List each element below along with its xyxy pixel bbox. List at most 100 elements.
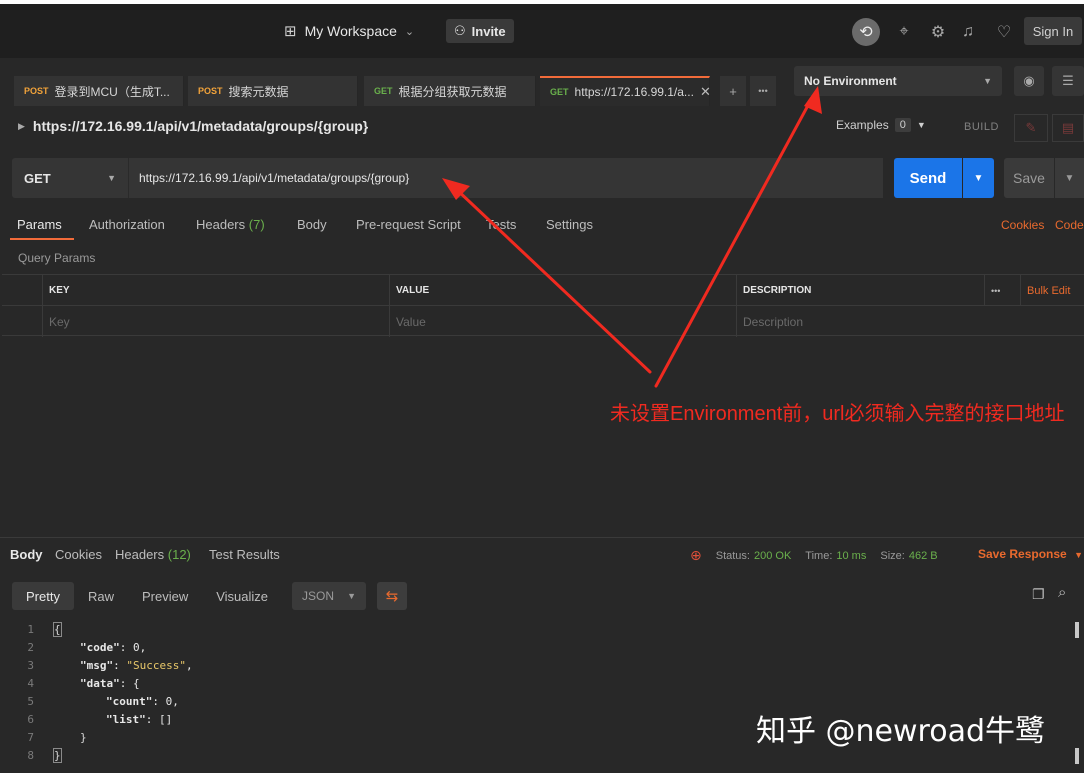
column-value: VALUE <box>389 275 736 306</box>
sign-in-button[interactable]: Sign In <box>1024 17 1082 45</box>
request-path: ▶ https://172.16.99.1/api/v1/metadata/gr… <box>18 118 368 134</box>
response-tab-cookies[interactable]: Cookies <box>55 547 102 562</box>
gear-icon[interactable]: ⚙ <box>924 18 952 46</box>
response-body-code[interactable]: 1 { 2 "code" : 0, 3 "msg" : "Success" , … <box>0 620 1084 773</box>
response-divider <box>0 537 1084 538</box>
wrap-icon: ⇆ <box>385 588 399 605</box>
url-input[interactable]: https://172.16.99.1/api/v1/metadata/grou… <box>128 158 883 198</box>
method-select[interactable]: GET ▼ <box>12 158 128 198</box>
top-bar <box>0 0 1084 58</box>
examples-dropdown[interactable]: Examples 0 ▼ <box>836 118 926 132</box>
json-rest: : { <box>119 676 140 690</box>
documentation-button[interactable]: ▤ <box>1052 114 1084 142</box>
invite-label: Invite <box>471 23 506 39</box>
description-input[interactable]: Description <box>736 306 1084 337</box>
globe-icon[interactable]: ⊕ <box>690 547 702 564</box>
format-type-select[interactable]: JSON ▼ <box>292 582 366 610</box>
plus-icon: + <box>729 83 737 99</box>
caret-down-icon: ▼ <box>1064 172 1075 184</box>
annotation-text: 未设置Environment前，url必须输入完整的接口地址 <box>610 403 1065 425</box>
request-tab[interactable]: POST 搜索元数据 <box>188 76 358 106</box>
sync-off-icon[interactable]: ⟲ <box>852 18 880 46</box>
tab-authorization[interactable]: Authorization <box>89 217 165 232</box>
save-response-label: Save Response <box>978 547 1067 561</box>
tab-body[interactable]: Body <box>297 217 327 232</box>
manage-environments-button[interactable]: ☰ <box>1052 66 1084 96</box>
column-description: DESCRIPTION <box>736 275 984 306</box>
tab-tests[interactable]: Tests <box>486 217 516 232</box>
save-options-button[interactable]: ▼ <box>1055 158 1084 198</box>
response-headers-count: (12) <box>167 547 191 562</box>
response-tab-test-results[interactable]: Test Results <box>209 547 280 562</box>
invite-button[interactable]: ⚇ Invite <box>446 19 514 43</box>
tab-options-button[interactable]: ••• <box>750 76 776 106</box>
satellite-icon[interactable]: ⌖ <box>890 18 918 46</box>
tab-method: GET <box>550 87 569 97</box>
environment-quick-look-button[interactable]: ◉ <box>1014 66 1044 96</box>
wrap-lines-button[interactable]: ⇆ <box>377 582 407 610</box>
status-label: Status: <box>715 549 750 562</box>
more-options-button[interactable]: ••• <box>984 275 1020 306</box>
build-label[interactable]: BUILD <box>964 121 999 133</box>
send-options-button[interactable]: ▼ <box>963 158 994 198</box>
code-line: 6 "list" : [] <box>0 710 172 728</box>
code-line: 5 "count" : 0, <box>0 692 178 710</box>
tab-settings[interactable]: Settings <box>546 217 593 232</box>
workspace-switcher[interactable]: ⊞ My Workspace ⌄ <box>284 18 414 44</box>
request-tab[interactable]: POST 登录到MCU（生成T... <box>14 76 184 106</box>
code-text: } <box>80 730 87 744</box>
send-button[interactable]: Send <box>894 158 962 198</box>
tab-label: 搜索元数据 <box>228 84 289 99</box>
format-pretty[interactable]: Pretty <box>12 582 74 610</box>
edit-button[interactable]: ✎ <box>1014 114 1048 142</box>
workspace-label: My Workspace <box>304 23 397 39</box>
json-rest: : 0, <box>119 640 147 654</box>
json-key: "code" <box>80 640 120 654</box>
tab-prerequest-script[interactable]: Pre-request Script <box>356 217 461 232</box>
pencil-icon: ✎ <box>1025 120 1037 135</box>
cookies-link[interactable]: Cookies <box>1001 218 1044 232</box>
response-tab-body[interactable]: Body <box>10 547 43 562</box>
examples-label: Examples <box>836 118 889 132</box>
line-number: 2 <box>27 640 34 654</box>
new-tab-button[interactable]: + <box>720 76 746 106</box>
save-response-button[interactable]: Save Response ▼ <box>978 547 1083 561</box>
document-icon: ▤ <box>1061 120 1075 135</box>
bell-icon[interactable]: ♫ <box>954 18 982 46</box>
size-label: Size: <box>880 549 905 562</box>
scrollbar-marker[interactable] <box>1075 622 1079 638</box>
caret-down-icon: ▼ <box>107 173 116 183</box>
params-table: KEY VALUE DESCRIPTION ••• Bulk Edit Key … <box>2 274 1084 337</box>
code-link[interactable]: Code <box>1055 218 1084 232</box>
size-value: 462 B <box>908 549 938 562</box>
line-number: 7 <box>27 730 34 744</box>
line-number: 8 <box>27 748 34 762</box>
format-preview[interactable]: Preview <box>128 582 202 610</box>
query-params-title: Query Params <box>18 251 96 265</box>
request-tab[interactable]: GET 根据分组获取元数据 <box>364 76 536 106</box>
close-icon[interactable]: ✕ <box>700 84 711 100</box>
tab-params[interactable]: Params <box>17 217 62 232</box>
format-raw[interactable]: Raw <box>74 582 128 610</box>
environment-select[interactable]: No Environment ▼ <box>794 66 1002 96</box>
caret-down-icon: ▼ <box>916 120 926 130</box>
eye-icon: ◉ <box>1023 73 1035 88</box>
json-string: "Success" <box>126 658 186 672</box>
save-button[interactable]: Save <box>1004 158 1054 198</box>
heart-icon[interactable]: ♡ <box>990 18 1018 46</box>
response-tab-headers[interactable]: Headers (12) <box>115 547 191 562</box>
active-tab-indicator <box>10 238 74 240</box>
scrollbar-marker[interactable] <box>1075 748 1079 764</box>
line-number: 4 <box>27 676 34 690</box>
caret-right-icon[interactable]: ▶ <box>18 121 25 132</box>
code-line: 1 { <box>0 620 62 638</box>
request-tab-active[interactable]: GET https://172.16.99.1/a... ✕ <box>540 76 711 106</box>
copy-icon[interactable]: ❐ <box>1032 586 1045 603</box>
format-visualize[interactable]: Visualize <box>202 582 282 610</box>
key-input[interactable]: Key <box>42 306 389 337</box>
search-icon[interactable]: ⌕ <box>1058 584 1066 601</box>
value-input[interactable]: Value <box>389 306 736 337</box>
bulk-edit-link[interactable]: Bulk Edit <box>1020 275 1084 306</box>
tab-headers[interactable]: Headers (7) <box>196 217 265 232</box>
tab-method: POST <box>198 86 223 96</box>
